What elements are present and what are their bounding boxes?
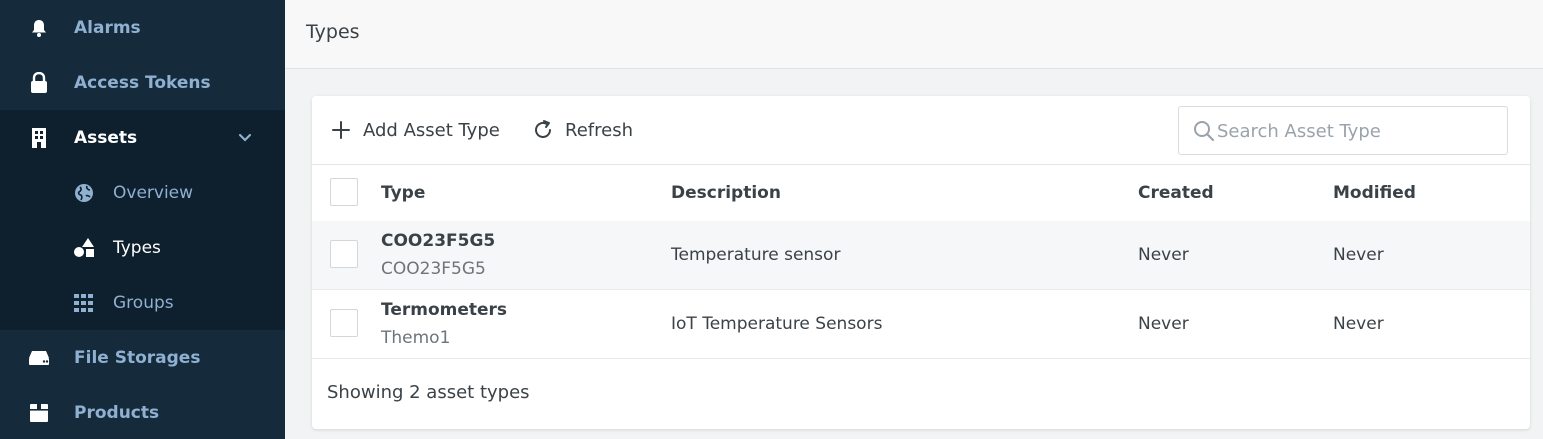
plus-icon — [329, 118, 353, 142]
asset-type-name[interactable]: COO23F5G5 — [381, 231, 495, 251]
search-icon — [1194, 121, 1215, 142]
table-row[interactable]: Termometers Themo1 IoT Temperature Senso… — [312, 290, 1530, 359]
asset-type-modified: Never — [1333, 314, 1384, 334]
add-asset-type-button[interactable]: Add Asset Type — [329, 115, 500, 145]
asset-type-id: Themo1 — [381, 328, 451, 348]
table-header: Type Description Created Modified — [312, 165, 1530, 221]
sidebar-item-label: Access Tokens — [74, 72, 211, 93]
drive-icon — [27, 346, 51, 370]
asset-type-id: COO23F5G5 — [381, 259, 486, 279]
row-checkbox[interactable] — [330, 309, 358, 337]
asset-type-name[interactable]: Termometers — [381, 300, 507, 320]
table-row[interactable]: COO23F5G5 COO23F5G5 Temperature sensor N… — [312, 221, 1530, 290]
sidebar-item-groups[interactable]: Groups — [0, 275, 285, 330]
shapes-icon — [72, 236, 96, 260]
sidebar: Alarms Access Tokens Assets Overview Typ… — [0, 0, 285, 439]
asset-type-modified: Never — [1333, 245, 1384, 265]
add-asset-type-label: Add Asset Type — [363, 119, 500, 141]
select-all-checkbox[interactable] — [330, 178, 358, 206]
sidebar-item-alarms[interactable]: Alarms — [0, 0, 285, 55]
asset-type-created: Never — [1138, 245, 1189, 265]
globe-icon — [72, 181, 96, 205]
sidebar-item-access-tokens[interactable]: Access Tokens — [0, 55, 285, 110]
sidebar-item-label: Products — [74, 402, 160, 423]
page-title: Types — [306, 21, 360, 43]
refresh-label: Refresh — [565, 119, 633, 141]
sidebar-item-label: Assets — [74, 127, 138, 148]
column-header-type[interactable]: Type — [381, 183, 425, 203]
column-header-modified[interactable]: Modified — [1333, 183, 1416, 203]
column-header-created[interactable]: Created — [1138, 183, 1214, 203]
toolbar: Add Asset Type Refresh — [312, 96, 1530, 165]
sidebar-item-label: Overview — [113, 182, 194, 203]
chevron-down-icon[interactable] — [236, 129, 254, 147]
sidebar-item-label: Groups — [113, 292, 174, 313]
sidebar-item-file-storages[interactable]: File Storages — [0, 330, 285, 385]
table-summary: Showing 2 asset types — [327, 382, 530, 403]
sidebar-item-products[interactable]: Products — [0, 385, 285, 439]
sidebar-item-label: Alarms — [74, 17, 141, 38]
row-checkbox[interactable] — [330, 240, 358, 268]
asset-type-created: Never — [1138, 314, 1189, 334]
bell-icon — [27, 16, 51, 40]
sidebar-item-assets[interactable]: Assets — [0, 110, 285, 165]
box-icon — [27, 401, 51, 425]
refresh-button[interactable]: Refresh — [531, 115, 633, 145]
search-input[interactable] — [1217, 115, 1497, 147]
sidebar-item-types[interactable]: Types — [0, 220, 285, 275]
lock-icon — [27, 71, 51, 95]
building-icon — [27, 126, 51, 150]
asset-type-description: IoT Temperature Sensors — [671, 314, 883, 334]
page-header: Types — [285, 0, 1543, 69]
sidebar-item-label: Types — [113, 237, 161, 258]
asset-types-card: Add Asset Type Refresh Type Description … — [312, 96, 1530, 429]
grid-icon — [72, 291, 96, 315]
search-box[interactable] — [1178, 106, 1508, 155]
asset-type-description: Temperature sensor — [671, 245, 841, 265]
column-header-description[interactable]: Description — [671, 183, 781, 203]
refresh-icon — [531, 118, 555, 142]
sidebar-item-overview[interactable]: Overview — [0, 165, 285, 220]
sidebar-item-label: File Storages — [74, 347, 201, 368]
